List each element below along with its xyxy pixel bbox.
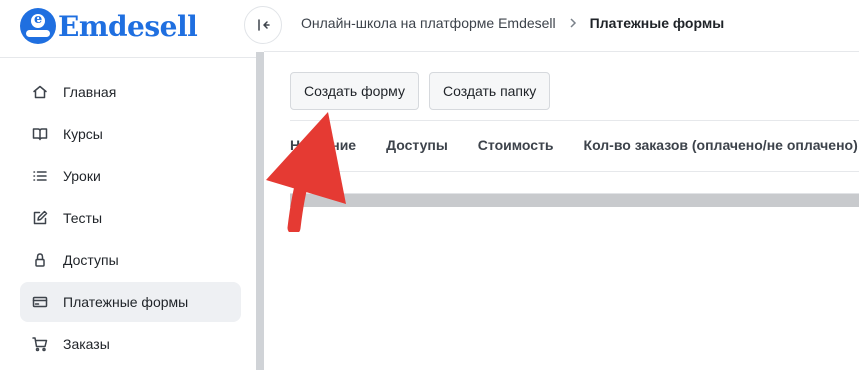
column-header-orders-count[interactable]: Кол-во заказов (оплачено/не оплачено) [584, 137, 858, 153]
edit-icon [32, 210, 48, 226]
list-icon [32, 168, 48, 184]
sidebar-item-label: Главная [63, 84, 117, 100]
breadcrumb: Онлайн-школа на платформе Emdesell Плате… [301, 15, 724, 31]
annotation-arrow-icon [266, 112, 346, 232]
brand-name: Emdesell [58, 9, 198, 43]
table-horizontal-scrollbar[interactable] [290, 193, 859, 207]
logo[interactable]: e Emdesell [20, 8, 198, 44]
logo-icon: e [20, 8, 56, 44]
credit-card-icon [32, 294, 48, 310]
sidebar-item-orders[interactable]: Заказы [20, 324, 241, 364]
sidebar-item-tests[interactable]: Тесты [20, 198, 241, 238]
sidebar-item-lessons[interactable]: Уроки [20, 156, 241, 196]
sidebar-item-label: Платежные формы [63, 294, 189, 310]
breadcrumb-current: Платежные формы [589, 15, 725, 31]
sidebar-item-label: Уроки [63, 168, 101, 184]
breadcrumb-link-school[interactable]: Онлайн-школа на платформе Emdesell [301, 15, 556, 31]
lock-icon [32, 252, 48, 268]
toolbar: Создать форму Создать папку [290, 72, 560, 110]
sidebar: e Emdesell Главная Курсы Уроки Тесты Дос… [0, 0, 256, 370]
divider [0, 57, 256, 58]
cart-icon [32, 336, 48, 352]
top-header: Онлайн-школа на платформе Emdesell Плате… [244, 0, 859, 52]
sidebar-item-label: Курсы [63, 126, 103, 142]
create-form-button[interactable]: Создать форму [290, 72, 419, 110]
chevron-right-icon [568, 18, 578, 28]
sidebar-item-label: Заказы [63, 336, 110, 352]
sidebar-nav: Главная Курсы Уроки Тесты Доступы Платеж… [20, 72, 241, 366]
collapse-sidebar-button[interactable] [244, 6, 282, 44]
column-header-access[interactable]: Доступы [386, 137, 448, 153]
sidebar-item-access[interactable]: Доступы [20, 240, 241, 280]
sidebar-item-label: Тесты [63, 210, 103, 226]
sidebar-item-label: Доступы [63, 252, 119, 268]
collapse-left-icon [258, 19, 270, 31]
sidebar-item-courses[interactable]: Курсы [20, 114, 241, 154]
create-folder-button[interactable]: Создать папку [428, 72, 551, 110]
home-icon [32, 84, 48, 100]
column-header-price[interactable]: Стоимость [478, 137, 554, 153]
sidebar-item-home[interactable]: Главная [20, 72, 241, 112]
table-header: Название Доступы Стоимость Кол-во заказо… [290, 120, 859, 172]
sidebar-item-payment-forms[interactable]: Платежные формы [20, 282, 241, 322]
book-icon [32, 126, 48, 142]
